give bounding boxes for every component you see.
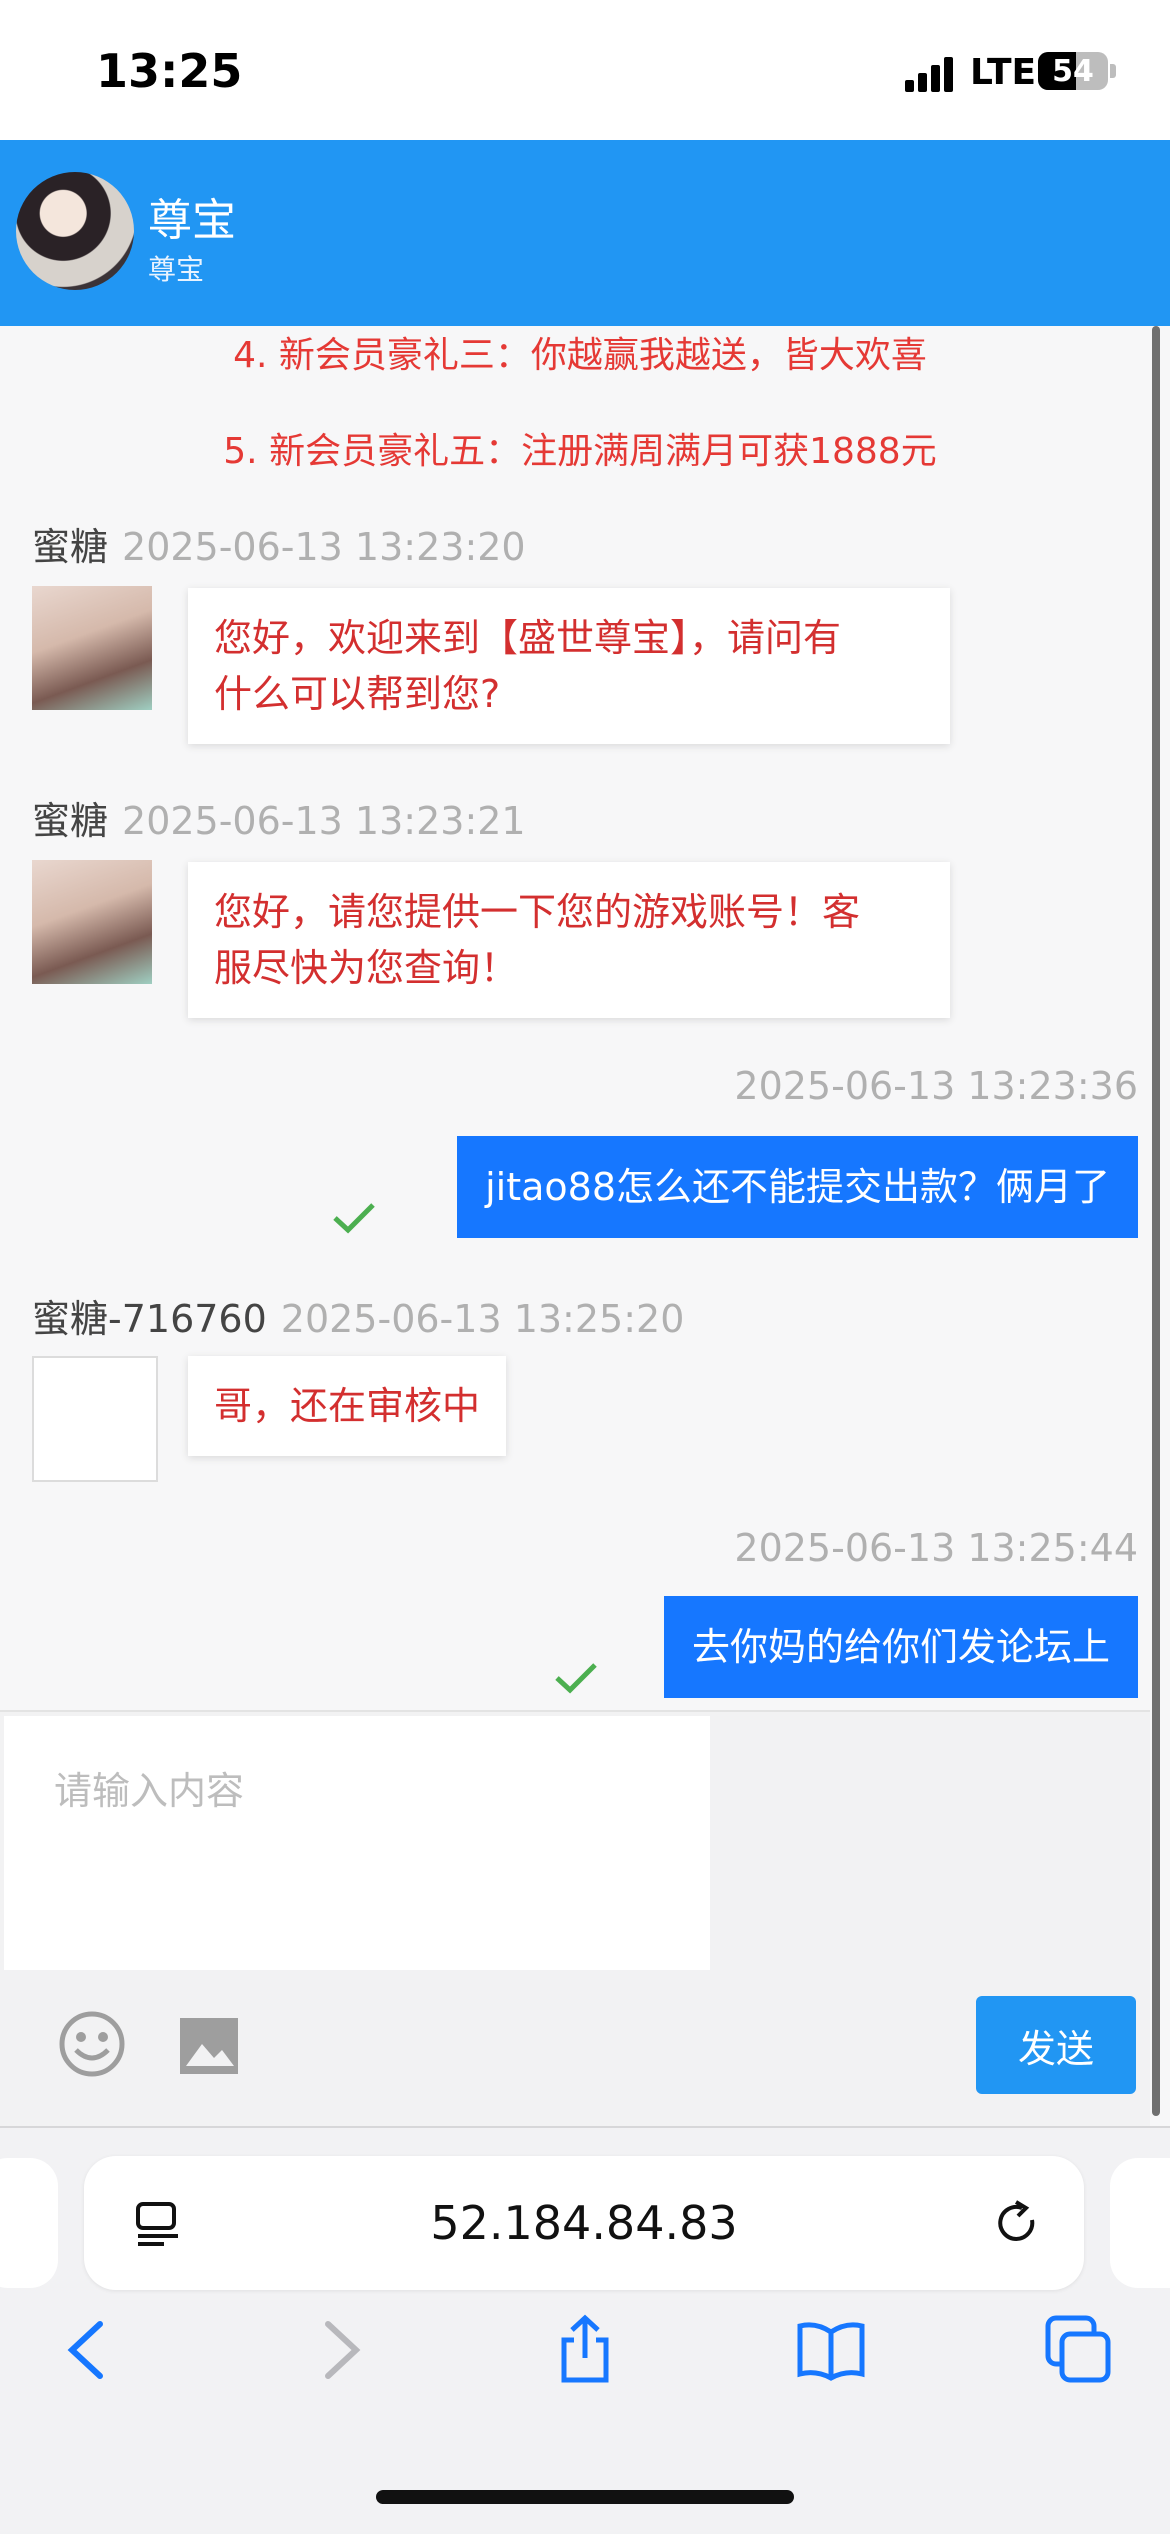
chat-header: 尊宝 尊宝 <box>0 140 1170 326</box>
back-icon[interactable] <box>52 2314 122 2386</box>
send-button[interactable]: 发送 <box>976 1996 1136 2094</box>
sender-avatar[interactable] <box>32 1356 158 1482</box>
input-placeholder: 请输入内容 <box>54 1769 245 1813</box>
sender-avatar[interactable] <box>32 860 152 984</box>
message-line: 您好，请您提供一下您的游戏账号！客 <box>214 890 861 934</box>
chat-title: 尊宝 <box>148 195 236 246</box>
network-type: LTE <box>970 52 1037 93</box>
url-text: 52.184.84.83 <box>430 2196 738 2250</box>
sender-name: 蜜糖-716760 <box>32 1297 267 1341</box>
message-text: jitao88怎么还不能提交出款？俩月了 <box>485 1165 1110 1209</box>
read-check-icon <box>555 1663 597 1694</box>
message-timestamp: 2025-06-13 13:25:44 <box>734 1526 1138 1570</box>
share-icon[interactable] <box>550 2314 620 2386</box>
message-line: 哥，还在审核中 <box>214 1384 481 1428</box>
agent-message-bubble: 您好，请您提供一下您的游戏账号！客 服尽快为您查询！ <box>188 862 950 1018</box>
user-message-bubble: jitao88怎么还不能提交出款？俩月了 <box>457 1136 1138 1238</box>
message-line: 您好，欢迎来到【盛世尊宝】，请问有 <box>214 616 842 660</box>
message-timestamp: 2025-06-13 13:23:36 <box>734 1064 1138 1108</box>
sender-name: 蜜糖 <box>32 799 109 843</box>
scrollbar[interactable] <box>1152 326 1160 2116</box>
message-timestamp: 2025-06-13 13:23:21 <box>122 799 526 843</box>
home-indicator[interactable] <box>376 2490 794 2504</box>
tabs-icon[interactable] <box>1044 2314 1114 2386</box>
composer: 请输入内容 发送 <box>0 1710 1150 2128</box>
emoji-icon[interactable] <box>58 2010 126 2078</box>
bookmarks-icon[interactable] <box>796 2314 866 2386</box>
promo-notice: 4. 新会员豪礼三：你越赢我越送，皆大欢喜 <box>233 335 927 376</box>
reload-icon[interactable] <box>992 2198 1044 2250</box>
message-input[interactable]: 请输入内容 <box>4 1716 710 1970</box>
sender-avatar[interactable] <box>32 586 152 710</box>
message-list[interactable]: 4. 新会员豪礼三：你越赢我越送，皆大欢喜 5. 新会员豪礼五：注册满周满月可获… <box>0 326 1150 1710</box>
clock: 13:25 <box>96 44 243 98</box>
address-bar[interactable]: 52.184.84.83 <box>84 2156 1084 2290</box>
agent-message-bubble: 哥，还在审核中 <box>188 1356 507 1456</box>
battery-icon: 54 <box>1038 52 1108 90</box>
image-upload-icon[interactable] <box>178 2016 240 2076</box>
message-meta: 蜜糖 2025-06-13 13:23:21 <box>32 790 526 845</box>
message-timestamp: 2025-06-13 13:25:20 <box>280 1297 685 1341</box>
promo-notice: 5. 新会员豪礼五：注册满周满月可获1888元 <box>223 431 937 472</box>
sender-name: 蜜糖 <box>32 525 109 569</box>
cellular-signal-icon <box>905 56 955 92</box>
message-line: 服尽快为您查询！ <box>214 946 519 990</box>
next-tab-preview[interactable] <box>1110 2158 1170 2288</box>
chat-subtitle: 尊宝 <box>148 253 205 286</box>
message-meta: 蜜糖 2025-06-13 13:23:20 <box>32 516 526 571</box>
message-timestamp: 2025-06-13 13:23:20 <box>122 525 526 569</box>
battery-percent: 54 <box>1052 54 1094 89</box>
agent-avatar[interactable] <box>16 172 134 290</box>
read-check-icon <box>333 1203 375 1234</box>
message-meta: 蜜糖-716760 2025-06-13 13:25:20 <box>32 1288 684 1343</box>
browser-toolbar: 52.184.84.83 <box>0 2126 1170 2534</box>
agent-message-bubble: 您好，欢迎来到【盛世尊宝】，请问有 什么可以帮到您? <box>188 588 950 744</box>
status-bar: 13:25 LTE 54 <box>0 0 1170 140</box>
battery-tip <box>1110 64 1116 78</box>
previous-tab-preview[interactable] <box>0 2158 58 2288</box>
message-text: 去你妈的给你们发论坛上 <box>691 1625 1110 1669</box>
message-line: 什么可以帮到您? <box>214 672 501 716</box>
user-message-bubble: 去你妈的给你们发论坛上 <box>663 1596 1138 1698</box>
forward-icon[interactable] <box>306 2314 376 2386</box>
